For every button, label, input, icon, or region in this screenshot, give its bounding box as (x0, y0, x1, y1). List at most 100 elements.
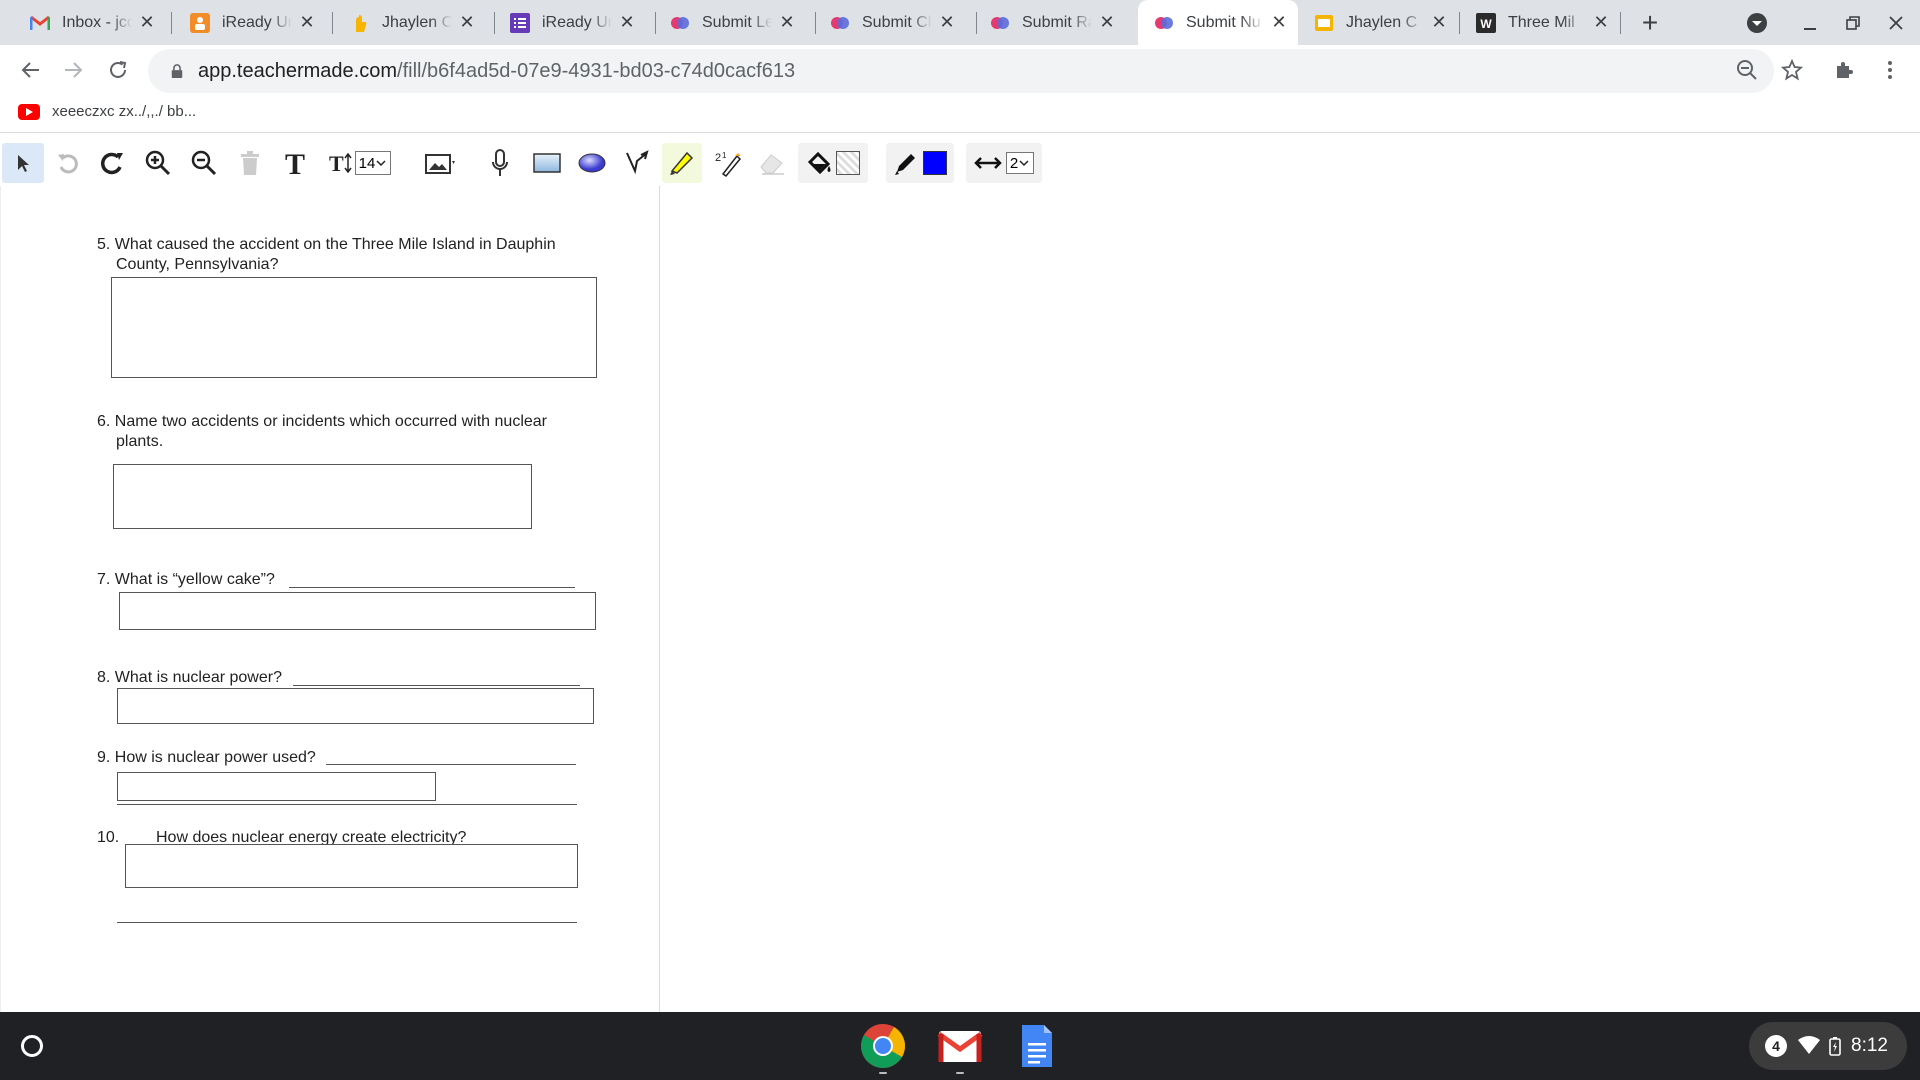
menu-button[interactable] (1872, 52, 1908, 88)
fill-color-swatch[interactable] (836, 151, 860, 175)
pen-tool[interactable] (617, 143, 657, 183)
back-button[interactable] (12, 52, 48, 88)
font-size-tool[interactable]: T 14 (322, 143, 396, 183)
line-width-select[interactable]: 2 (1005, 152, 1035, 174)
math-tool[interactable]: 21 (707, 143, 747, 183)
text-tool[interactable]: T (276, 143, 314, 183)
fill-color-tool[interactable] (798, 143, 868, 183)
font-size-select[interactable]: 14 (354, 151, 392, 175)
tab-jhaylen-1[interactable]: Jhaylen C ✕ (326, 0, 486, 45)
extensions-button[interactable] (1826, 52, 1862, 88)
close-icon[interactable]: ✕ (1098, 12, 1116, 32)
tab-iready-2[interactable]: iReady Un ✕ (486, 0, 646, 45)
circle-icon (21, 1035, 43, 1057)
reload-button[interactable] (100, 52, 136, 88)
chevron-down-icon (1747, 13, 1767, 33)
question-text: Name two accidents or incidents which oc… (114, 413, 547, 430)
select-tool[interactable] (2, 143, 44, 183)
zoom-out-icon (191, 150, 217, 176)
microphone-icon (492, 149, 508, 176)
lock-icon (171, 64, 183, 78)
forward-button[interactable] (56, 52, 92, 88)
close-window-button[interactable] (1879, 6, 1913, 40)
close-icon[interactable]: ✕ (1430, 12, 1448, 32)
delete-tool[interactable] (230, 143, 270, 183)
stroke-color-tool[interactable] (886, 143, 954, 183)
battery-icon (1829, 1037, 1841, 1056)
address-bar[interactable]: app.teachermade.com/fill/b6f4ad5d-07e9-4… (148, 49, 1774, 93)
tab-title: Jhaylen C (1346, 13, 1418, 31)
star-icon (1781, 59, 1803, 81)
close-icon[interactable]: ✕ (618, 12, 636, 32)
line-width-tool[interactable]: 2 (966, 143, 1042, 183)
tab-submit-nu[interactable]: Submit Nu ✕ (1138, 0, 1298, 45)
answer-box-9[interactable] (117, 772, 436, 801)
zoom-out-tool[interactable] (184, 143, 224, 183)
tab-jhaylen-2[interactable]: Jhaylen C ✕ (1298, 0, 1458, 45)
stroke-color-swatch[interactable] (923, 151, 947, 175)
close-icon[interactable]: ✕ (298, 12, 316, 32)
pointer-icon (18, 155, 29, 172)
launcher-button[interactable] (12, 1026, 52, 1066)
tab-submit-ch[interactable]: Submit Ch ✕ (806, 0, 966, 45)
redo-tool[interactable] (92, 143, 132, 183)
bookmark-label: xeeeczxc zx../,,./ bb... (52, 103, 197, 120)
puzzle-icon (1837, 62, 1853, 78)
paint-bucket-icon (807, 151, 831, 175)
close-icon[interactable]: ✕ (1592, 12, 1610, 32)
undo-tool[interactable] (48, 143, 88, 183)
math-pen-icon: 21 (715, 151, 741, 178)
question-text: What is “yellow cake”? (114, 571, 275, 588)
image-tool[interactable] (412, 143, 468, 183)
close-icon[interactable]: ✕ (138, 12, 156, 32)
tab-submit-le[interactable]: Submit Le ✕ (646, 0, 806, 45)
question-text: plants. (116, 433, 164, 450)
running-indicator (879, 1072, 887, 1074)
url-text: app.teachermade.com/fill/b6f4ad5d-07e9-4… (198, 59, 796, 82)
restore-button[interactable] (1836, 6, 1870, 40)
gmail-icon[interactable] (936, 1022, 984, 1074)
close-icon[interactable]: ✕ (458, 12, 476, 32)
new-tab-button[interactable]: + (1633, 6, 1667, 40)
close-icon[interactable]: ✕ (778, 12, 796, 32)
answer-box-7[interactable] (119, 592, 596, 630)
tab-search-button[interactable] (1740, 6, 1774, 40)
rectangle-tool[interactable] (527, 143, 567, 183)
close-icon[interactable]: ✕ (1270, 12, 1288, 32)
bookmark-star-button[interactable] (1774, 52, 1810, 88)
highlighter-tool[interactable] (662, 143, 702, 183)
answer-line (293, 685, 580, 686)
zoom-in-tool[interactable] (138, 143, 178, 183)
teachermade-icon (990, 13, 1010, 33)
ellipse-tool[interactable] (572, 143, 612, 183)
answer-box-8[interactable] (117, 688, 594, 724)
answer-line (326, 764, 576, 765)
tab-submit-ra[interactable]: Submit Ra ✕ (966, 0, 1126, 45)
chrome-icon[interactable] (859, 1022, 907, 1074)
eraser-tool[interactable] (752, 143, 792, 183)
rectangle-icon (533, 153, 561, 173)
answer-box-6[interactable] (113, 464, 532, 529)
answer-line (117, 922, 577, 923)
tab-three-mile[interactable]: W Three Mil ✕ (1460, 0, 1620, 45)
highlighter-icon (670, 151, 694, 175)
trash-icon (241, 151, 259, 175)
answer-line (289, 587, 575, 588)
answer-box-10[interactable] (125, 844, 578, 888)
bookmarks-bar: xeeeczxc zx../,,./ bb... (0, 97, 1920, 133)
question-9: 9. How is nuclear power used? (97, 748, 316, 768)
question-number: 9. (97, 749, 111, 766)
bookmark-item[interactable]: xeeeczxc zx../,,./ bb... (18, 103, 196, 120)
answer-box-5[interactable] (111, 277, 597, 378)
close-icon[interactable]: ✕ (938, 12, 956, 32)
minimize-button[interactable] (1793, 6, 1827, 40)
tab-iready-1[interactable]: iReady Un ✕ (166, 0, 326, 45)
arrow-left-icon (21, 62, 39, 78)
microphone-tool[interactable] (480, 143, 520, 183)
docs-icon[interactable] (1013, 1022, 1061, 1070)
zoom-button[interactable] (1729, 52, 1765, 88)
tab-inbox[interactable]: Inbox - jco ✕ (6, 0, 166, 45)
tab-title: Submit Ra (1022, 13, 1092, 31)
svg-text:T: T (285, 148, 305, 178)
status-tray[interactable]: 4 8:12 (1749, 1022, 1907, 1070)
